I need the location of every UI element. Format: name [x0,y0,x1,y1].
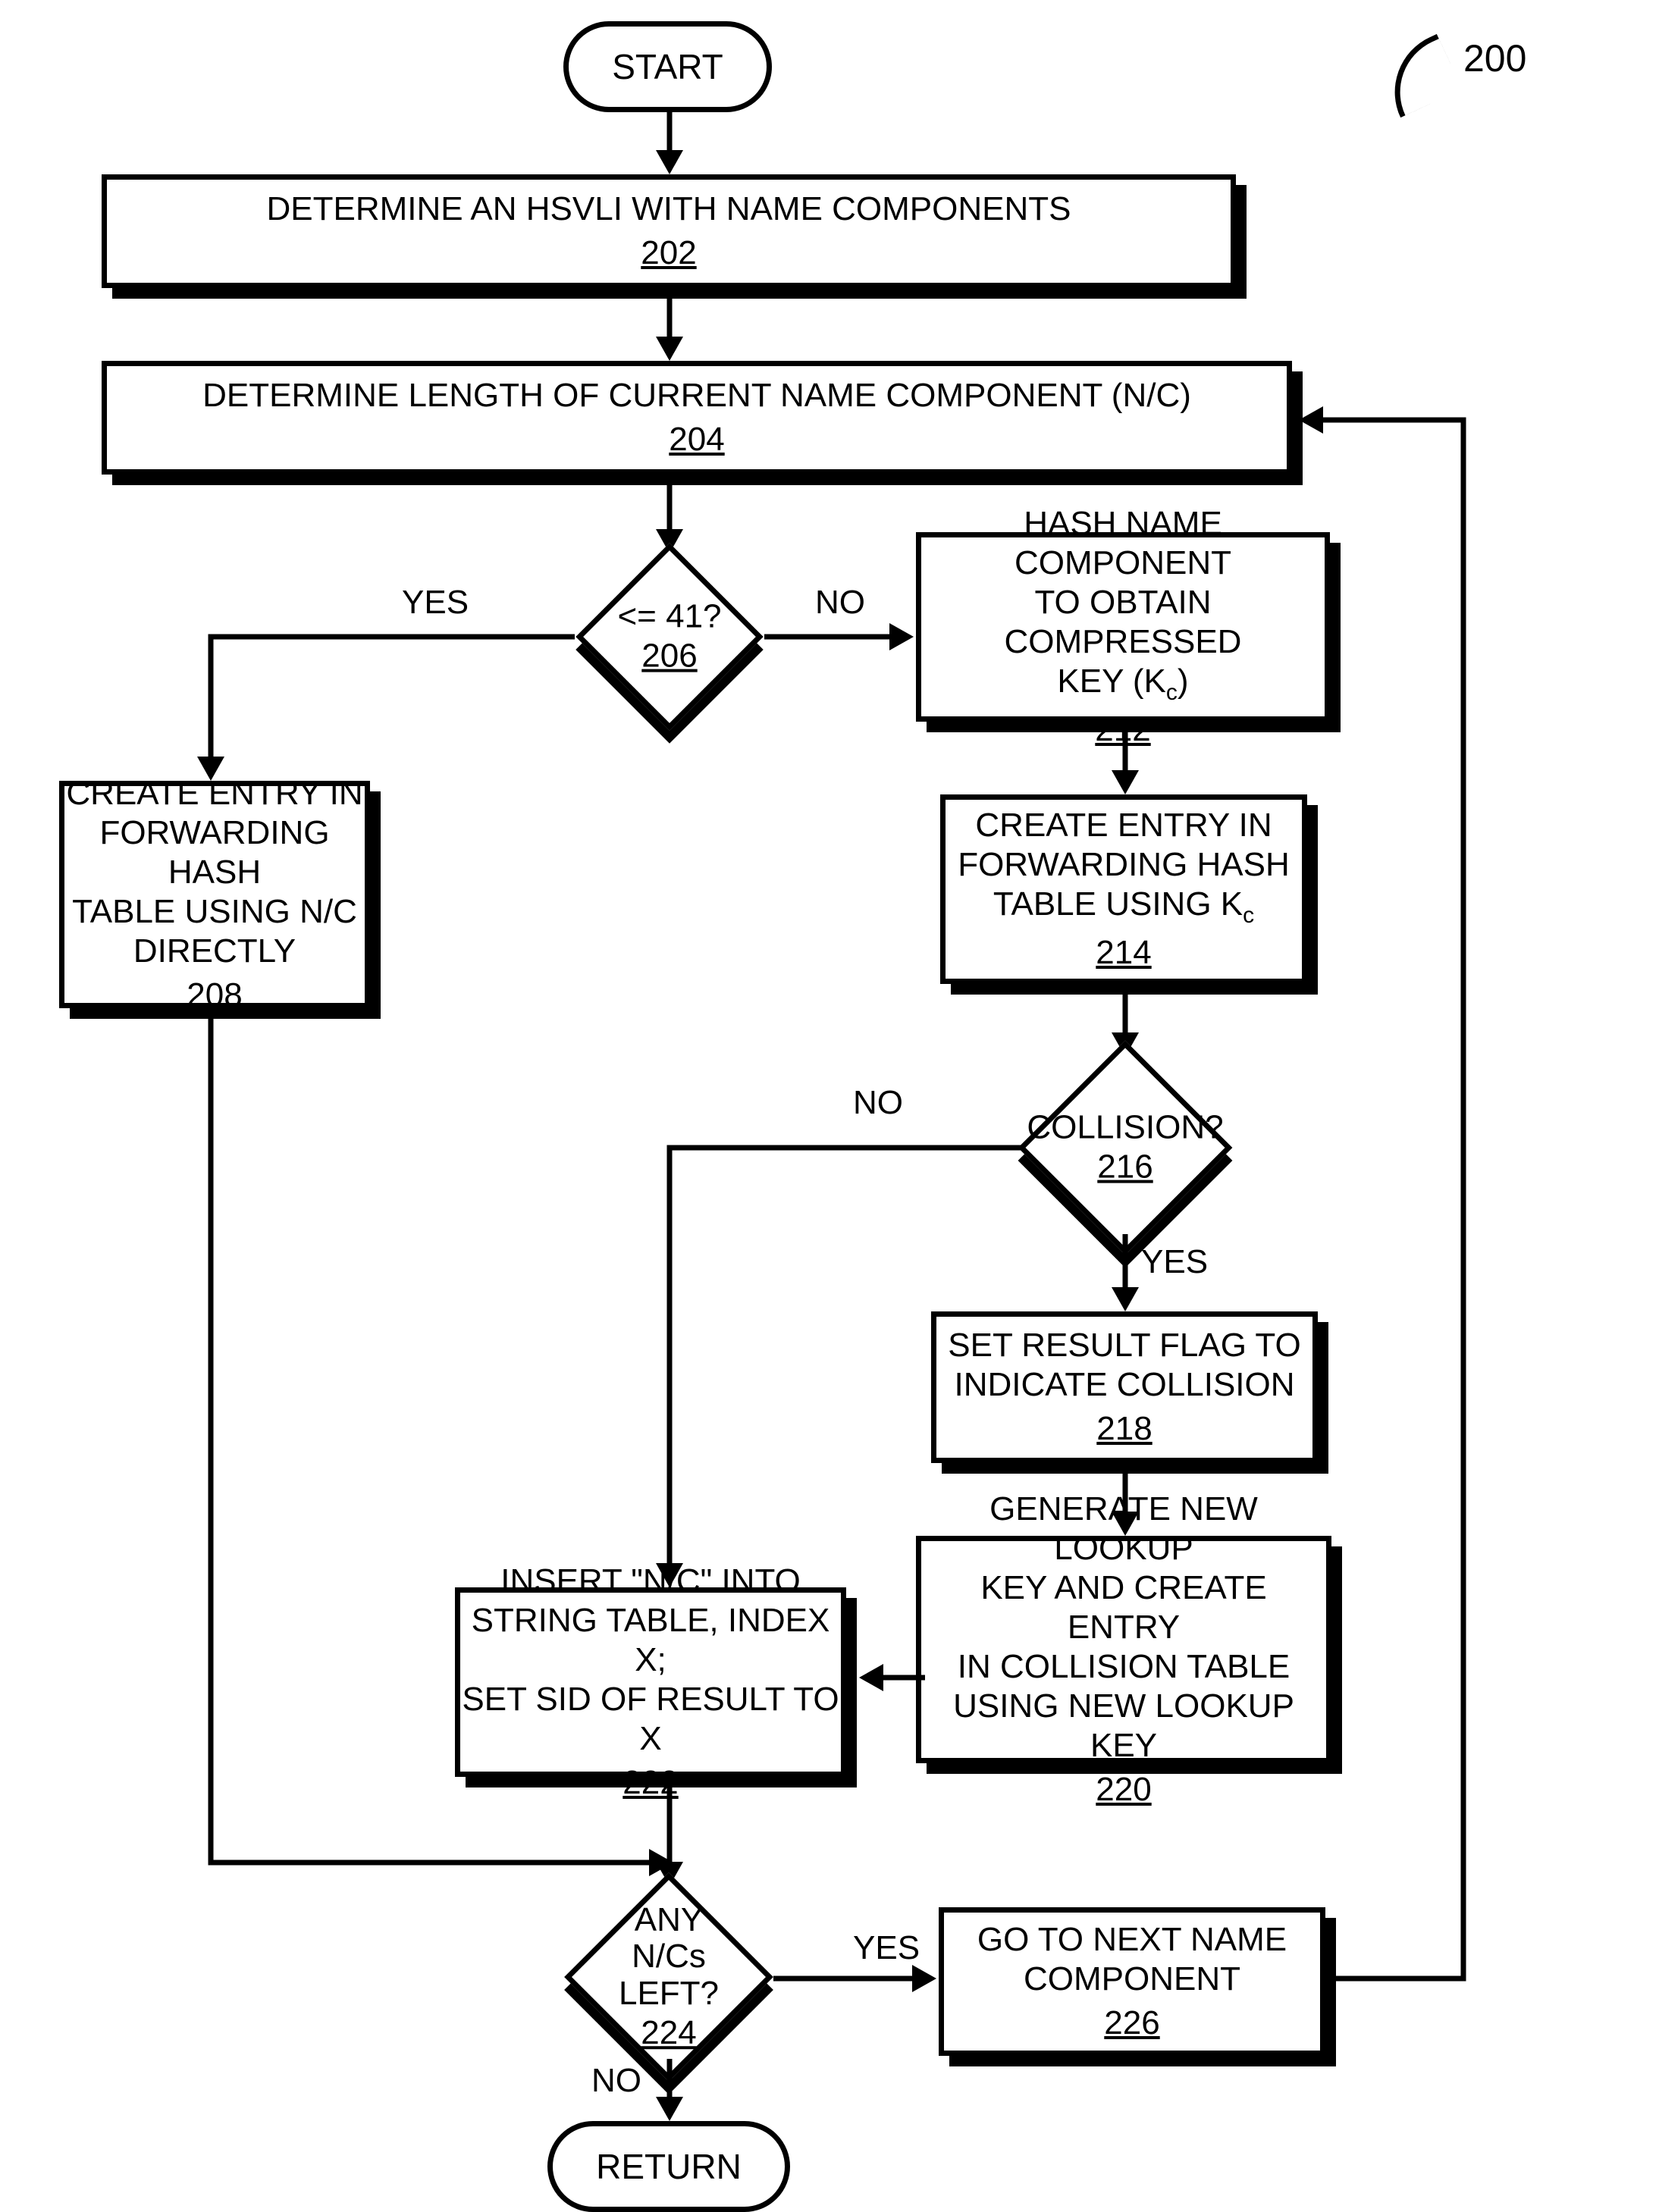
decision-224-l1: ANY [607,1902,730,1938]
arrow-224-no-to-return [662,2059,677,2121]
flowchart-canvas: 200 START DETERMINE AN HSVLI WITH NAME C… [0,0,1659,2167]
step-220-l4: USING NEW LOOKUP KEY [921,1687,1326,1766]
arrow-206-yes-to-208 [203,631,575,783]
arrow-216-yes-to-218 [1118,1234,1133,1311]
decision-224-l2: N/Cs LEFT? [607,1939,730,2013]
decision-216-text: COLLISION? [1027,1110,1223,1146]
decision-216-ref: 216 [1027,1149,1223,1186]
step-202: DETERMINE AN HSVLI WITH NAME COMPONENTS … [102,174,1236,288]
decision-206-ref: 206 [617,638,721,675]
step-218: SET RESULT FLAG TO INDICATE COLLISION 21… [931,1311,1318,1463]
step-202-text: DETERMINE AN HSVLI WITH NAME COMPONENTS [267,190,1071,229]
arrow-start-to-202 [662,112,677,174]
step-220-l3: IN COLLISION TABLE [958,1647,1291,1687]
step-218-ref: 218 [1096,1409,1152,1449]
step-208-l4: DIRECTLY [133,932,296,971]
return-label: RETURN [596,2146,742,2187]
step-214-l1: CREATE ENTRY IN [975,806,1272,845]
step-226-ref: 226 [1104,2004,1159,2043]
edge-label-206-yes: YES [402,584,469,622]
edge-label-206-no: NO [815,584,865,622]
step-218-l2: INDICATE COLLISION [954,1365,1294,1405]
step-218-l1: SET RESULT FLAG TO [948,1326,1300,1365]
step-226-l1: GO TO NEXT NAME [977,1920,1287,1960]
step-214-l2: FORWARDING HASH [958,845,1290,885]
decision-206-text: <= 41? [617,599,721,635]
step-204-ref: 204 [669,420,724,459]
return-terminator: RETURN [547,2121,790,2212]
figure-ref-arrow [1375,34,1462,118]
decision-224: ANY N/Cs LEFT? 224 [546,1886,792,2068]
edge-label-216-yes: YES [1141,1243,1208,1281]
step-208-l3: TABLE USING N/C [72,892,357,932]
arrow-224-yes-to-226 [773,1971,939,1986]
step-208-l2: FORWARDING HASH [64,813,365,892]
step-208: CREATE ENTRY IN FORWARDING HASH TABLE US… [59,781,370,1008]
edge-label-216-no: NO [853,1084,903,1122]
arrow-212-to-214 [1118,732,1133,794]
start-terminator: START [563,21,772,112]
arrow-222-to-224 [662,1787,677,1886]
step-226-l2: COMPONENT [1024,1960,1240,1999]
step-212-l3: KEY (Kc) [1057,662,1188,706]
arrow-206-no-to-212 [764,629,916,644]
step-220-ref: 220 [1096,1770,1151,1809]
edge-label-224-yes: YES [853,1929,920,1967]
step-202-ref: 202 [641,233,696,273]
step-220-l2: KEY AND CREATE ENTRY [921,1568,1326,1647]
step-214: CREATE ENTRY IN FORWARDING HASH TABLE US… [940,794,1307,984]
decision-206: <= 41? 206 [563,553,776,720]
arrow-226-loop-to-204 [1292,412,1471,1989]
step-214-l3: TABLE USING Kc [993,885,1254,929]
figure-reference: 200 [1463,36,1526,80]
step-204: DETERMINE LENGTH OF CURRENT NAME COMPONE… [102,361,1292,475]
step-208-l1: CREATE ENTRY IN [66,774,362,813]
edge-label-224-no: NO [591,2062,641,2100]
step-214-ref: 214 [1096,933,1151,973]
arrow-208-to-merge [203,1019,685,1868]
arrow-220-to-222 [857,1670,925,1685]
step-212-l1: HASH NAME COMPONENT [921,504,1325,583]
step-208-ref: 208 [187,976,242,1015]
step-220-l1: GENERATE NEW LOOKUP [921,1490,1326,1568]
arrow-202-to-204 [662,299,677,361]
step-204-text: DETERMINE LENGTH OF CURRENT NAME COMPONE… [202,376,1191,415]
step-226: GO TO NEXT NAME COMPONENT 226 [939,1907,1325,2056]
step-212-l2: TO OBTAIN COMPRESSED [921,583,1325,662]
start-label: START [612,46,723,87]
decision-224-ref: 224 [607,2015,730,2051]
step-212: HASH NAME COMPONENT TO OBTAIN COMPRESSED… [916,532,1330,722]
step-220: GENERATE NEW LOOKUP KEY AND CREATE ENTRY… [916,1536,1331,1763]
